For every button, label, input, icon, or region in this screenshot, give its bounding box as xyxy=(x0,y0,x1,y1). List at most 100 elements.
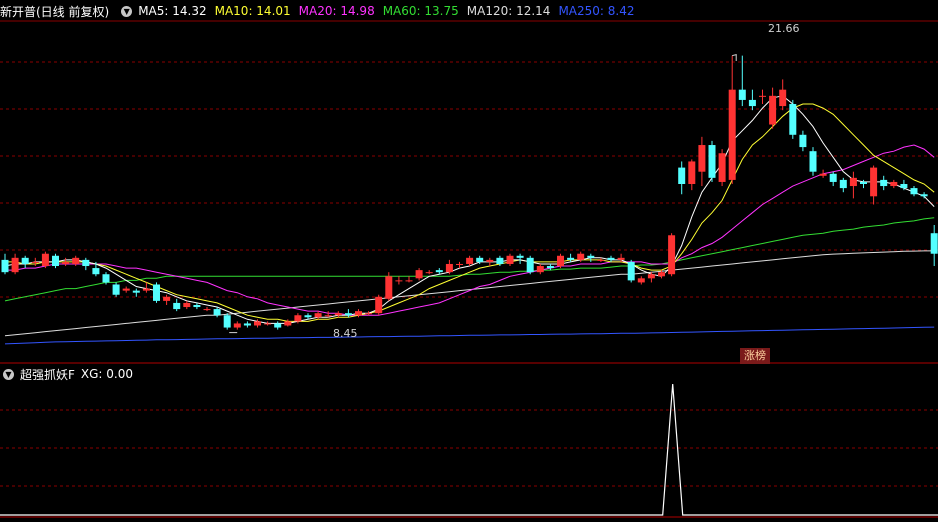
candle-body xyxy=(769,95,777,125)
candle-body xyxy=(930,233,938,254)
candle-body xyxy=(203,309,211,311)
candle-body xyxy=(718,153,726,182)
ma5-label: MA5: 14.32 xyxy=(138,4,207,18)
candle-body xyxy=(415,270,423,279)
candle-body xyxy=(658,272,665,277)
candle-body xyxy=(910,188,918,195)
candle-body xyxy=(355,311,362,316)
low-price-label: 8.45 xyxy=(333,327,358,340)
ma20-label: MA20: 14.98 xyxy=(298,4,375,18)
candle-body xyxy=(274,323,282,328)
indicator-title: 超强抓妖F xyxy=(20,367,75,382)
candle-body xyxy=(870,167,878,197)
candle-body xyxy=(254,321,261,326)
candle-body xyxy=(395,280,403,282)
sub-chart-header: ▼ 超强抓妖F XG: 0.00 xyxy=(0,364,133,384)
candle-body xyxy=(546,266,554,269)
candle-body xyxy=(647,274,655,279)
candle-body xyxy=(163,296,171,301)
candle-body xyxy=(597,259,605,261)
candle-body xyxy=(708,145,716,178)
high-marker xyxy=(732,53,737,61)
candle-body xyxy=(304,315,312,318)
xg-line xyxy=(0,383,938,516)
candle-body xyxy=(223,315,231,328)
candle-body xyxy=(637,278,645,283)
candle-body xyxy=(193,304,201,308)
candle-body xyxy=(698,145,706,172)
chevron-down-icon[interactable]: ▼ xyxy=(121,5,133,17)
candle-body xyxy=(526,257,534,273)
candle-body xyxy=(819,173,827,176)
candle-body xyxy=(92,268,100,275)
candle-body xyxy=(900,184,908,189)
candle-body xyxy=(860,181,867,184)
candle-body xyxy=(435,270,443,273)
ma250-label: MA250: 8.42 xyxy=(558,4,635,18)
candle-body xyxy=(839,179,847,189)
ma250-line xyxy=(4,326,935,345)
candle-body xyxy=(536,266,544,273)
candle-body xyxy=(748,99,756,107)
candle-body xyxy=(41,253,49,267)
candle-body xyxy=(132,290,140,293)
candle-body xyxy=(829,173,837,182)
candle-body xyxy=(213,309,221,316)
candle-body xyxy=(678,167,686,184)
candle-body xyxy=(486,259,494,262)
ma120-label: MA120: 12.14 xyxy=(466,4,551,18)
ma10-label: MA10: 14.01 xyxy=(214,4,291,18)
candle-body xyxy=(314,313,322,318)
candle-body xyxy=(627,261,635,281)
xg-value: XG: 0.00 xyxy=(80,367,134,381)
chart-canvas[interactable] xyxy=(0,0,938,522)
candle-body xyxy=(365,313,373,315)
candle-body xyxy=(456,263,463,265)
stock-title: 新开普(日线 前复权) xyxy=(0,4,110,19)
candle-body xyxy=(11,257,19,273)
candle-body xyxy=(577,253,585,260)
candle-body xyxy=(31,261,39,263)
candle-body xyxy=(668,235,676,275)
candle-body xyxy=(405,280,413,282)
candle-body xyxy=(72,257,80,264)
candle-body xyxy=(334,313,342,316)
ma60-label: MA60: 13.75 xyxy=(382,4,459,18)
candle-body xyxy=(567,257,575,260)
candle-body xyxy=(21,257,29,264)
candle-body xyxy=(466,257,474,264)
candle-body xyxy=(153,284,160,301)
candle-body xyxy=(375,296,383,314)
candle-body xyxy=(385,276,393,299)
candle-body xyxy=(728,89,736,180)
candle-body xyxy=(506,255,514,264)
candle-body xyxy=(849,177,857,187)
candle-body xyxy=(799,134,807,148)
candle-body xyxy=(688,161,696,184)
candle-body xyxy=(62,261,70,264)
candle-body xyxy=(789,104,797,135)
candle-body xyxy=(102,274,110,283)
main-chart-header: 新开普(日线 前复权) ▼ MA5: 14.32 MA10: 14.01 MA2… xyxy=(0,1,642,21)
candle-body xyxy=(890,181,898,187)
candle-body xyxy=(233,323,241,328)
chevron-down-icon[interactable]: ▼ xyxy=(3,368,14,380)
candle-body xyxy=(445,263,453,273)
candle-body xyxy=(738,89,746,100)
candle-body xyxy=(183,302,191,308)
candle-body xyxy=(587,255,595,258)
candle-body xyxy=(425,272,433,274)
candle-body xyxy=(82,259,90,267)
candle-body xyxy=(617,257,625,260)
candle-body xyxy=(142,288,150,291)
candle-body xyxy=(607,257,615,260)
candle-body xyxy=(759,95,766,97)
candle-body xyxy=(516,255,524,258)
candle-body xyxy=(173,302,181,310)
candle-body xyxy=(880,179,888,187)
candle-body xyxy=(809,151,817,172)
candle-body xyxy=(52,255,59,267)
candle-body xyxy=(284,321,292,326)
candle-body xyxy=(112,284,120,295)
candle-body xyxy=(122,288,130,291)
